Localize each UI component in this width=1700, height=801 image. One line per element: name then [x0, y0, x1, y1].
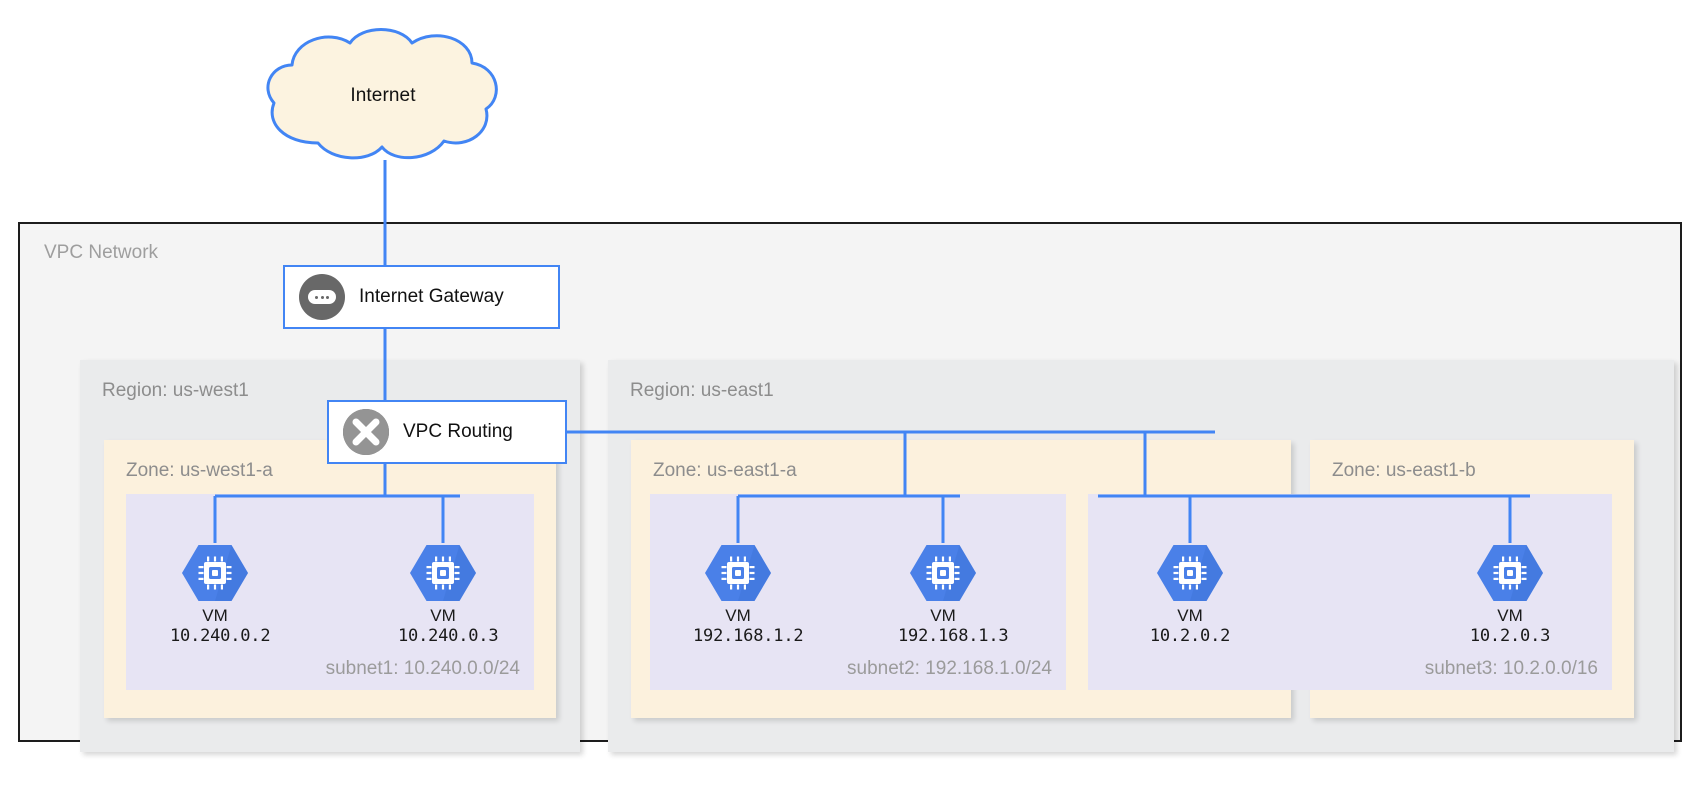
vm-node[interactable]: VM 192.168.1.2 [693, 543, 804, 647]
vm-node[interactable]: VM 192.168.1.3 [898, 543, 1009, 647]
internet-gateway-label: Internet Gateway [359, 286, 504, 307]
vm-hexagon-icon [1157, 545, 1223, 601]
internet-cloud: Internet [258, 25, 508, 165]
subnet1-label: subnet1: 10.240.0.0/24 [325, 658, 520, 679]
vm-ip-address: 192.168.1.2 [693, 626, 804, 646]
vm-label: VM [725, 606, 751, 625]
vpc-routing-node[interactable]: VPC Routing [327, 400, 567, 464]
vpc-network-title: VPC Network [44, 242, 159, 263]
vm-ip-address: 10.240.0.3 [398, 626, 499, 646]
vpc-routing-label: VPC Routing [403, 421, 513, 442]
region-us-east1-label: Region: us-east1 [630, 380, 774, 401]
region-us-west1-label: Region: us-west1 [102, 380, 249, 401]
internet-label: Internet [350, 85, 416, 106]
vm-node[interactable]: VM 10.2.0.3 [1465, 543, 1555, 647]
vm-ip-address: 10.2.0.2 [1149, 626, 1231, 646]
zone-us-east1-b-label: Zone: us-east1-b [1332, 460, 1476, 481]
gateway-icon [299, 274, 345, 320]
subnet3-label: subnet3: 10.2.0.0/16 [1424, 658, 1598, 679]
vm-hexagon-icon [705, 545, 771, 601]
vm-hexagon-icon [410, 545, 476, 601]
vm-label: VM [430, 606, 456, 625]
vm-label: VM [1177, 606, 1203, 625]
zone-us-east1-a-label: Zone: us-east1-a [653, 460, 797, 481]
vm-ip-address: 192.168.1.3 [898, 626, 1009, 646]
vm-hexagon-icon [1477, 545, 1543, 601]
vm-hexagon-icon [182, 545, 248, 601]
zone-us-west1-a-label: Zone: us-west1-a [126, 460, 273, 481]
vm-label: VM [1497, 606, 1523, 625]
vm-node[interactable]: VM 10.2.0.2 [1145, 543, 1235, 647]
vpc-network-diagram: Internet VPC Network Region: us-west1 Re… [0, 0, 1700, 801]
vm-ip-address: 10.240.0.2 [170, 626, 271, 646]
subnet2-label: subnet2: 192.168.1.0/24 [847, 658, 1052, 679]
vm-label: VM [202, 606, 228, 625]
vm-hexagon-icon [910, 545, 976, 601]
vm-node[interactable]: VM 10.240.0.2 [170, 543, 271, 647]
vm-node[interactable]: VM 10.240.0.3 [398, 543, 499, 647]
router-cross-icon [343, 409, 389, 455]
vm-label: VM [930, 606, 956, 625]
vm-ip-address: 10.2.0.3 [1469, 626, 1551, 646]
internet-gateway-node[interactable]: Internet Gateway [283, 265, 560, 329]
